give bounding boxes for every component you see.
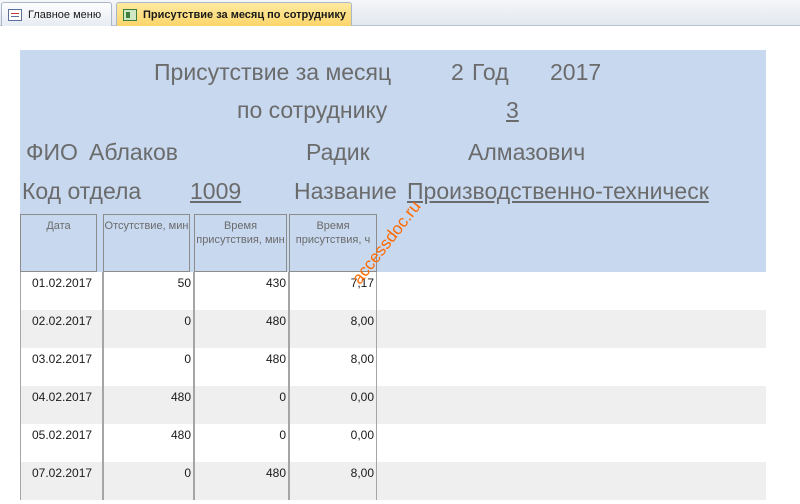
document-tab-strip: Главное меню Присутствие за месяц по сот… [0, 0, 800, 26]
cell-presence-min: 0 [194, 424, 289, 462]
cell-date: 01.02.2017 [20, 272, 103, 310]
cell-presence-h: 8,00 [289, 348, 377, 386]
cell-absence: 0 [103, 348, 194, 386]
table-row: 04.02.2017 480 0 0,00 [20, 386, 766, 424]
cell-date: 07.02.2017 [20, 462, 103, 500]
form-icon [8, 8, 22, 21]
cell-date: 05.02.2017 [20, 424, 103, 462]
cell-presence-min: 0 [194, 386, 289, 424]
cell-presence-min: 430 [194, 272, 289, 310]
employee-id: 3 [506, 97, 519, 123]
employee-last-name: Аблаков [89, 139, 179, 165]
report-subtitle: по сотруднику [237, 97, 388, 123]
table-row: 07.02.2017 0 480 8,00 [20, 462, 766, 500]
dept-code: 1009 [190, 178, 242, 204]
column-header-absence: Отсутствие, мин [103, 214, 190, 272]
tab-main-menu-label: Главное меню [28, 8, 102, 21]
column-header-date: Дата [20, 214, 97, 272]
report-title: Присутствие за месяц [154, 59, 392, 85]
table-row: 05.02.2017 480 0 0,00 [20, 424, 766, 462]
year-value: 2017 [550, 59, 602, 85]
cell-presence-h: 8,00 [289, 310, 377, 348]
month-value: 2 [451, 59, 464, 85]
year-label: Год [472, 59, 509, 85]
cell-absence: 0 [103, 462, 194, 500]
cell-absence: 0 [103, 310, 194, 348]
table-row: 03.02.2017 0 480 8,00 [20, 348, 766, 386]
tab-main-menu[interactable]: Главное меню [1, 2, 112, 26]
tab-attendance-report[interactable]: Присутствие за месяц по сотруднику [116, 2, 352, 26]
cell-absence: 50 [103, 272, 194, 310]
fio-label: ФИО [26, 139, 78, 165]
report-icon [123, 8, 137, 21]
cell-presence-h: 0,00 [289, 386, 377, 424]
table-row: 02.02.2017 0 480 8,00 [20, 310, 766, 348]
employee-first-name: Радик [306, 139, 370, 165]
cell-presence-h: 0,00 [289, 424, 377, 462]
cell-presence-min: 480 [194, 310, 289, 348]
cell-date: 03.02.2017 [20, 348, 103, 386]
employee-middle-name: Алмазович [468, 139, 586, 165]
cell-presence-h: 8,00 [289, 462, 377, 500]
dept-name: Производственно-техническ [407, 178, 709, 204]
cell-absence: 480 [103, 386, 194, 424]
cell-absence: 480 [103, 424, 194, 462]
dept-code-label: Код отдела [22, 178, 142, 204]
table-row: 01.02.2017 50 430 7,17 [20, 272, 766, 310]
cell-date: 02.02.2017 [20, 310, 103, 348]
tab-attendance-report-label: Присутствие за месяц по сотруднику [143, 8, 346, 21]
cell-presence-min: 480 [194, 348, 289, 386]
cell-date: 04.02.2017 [20, 386, 103, 424]
column-header-presence-min: Время присутствия, мин [194, 214, 287, 272]
dept-name-label: Название [294, 178, 397, 204]
cell-presence-min: 480 [194, 462, 289, 500]
